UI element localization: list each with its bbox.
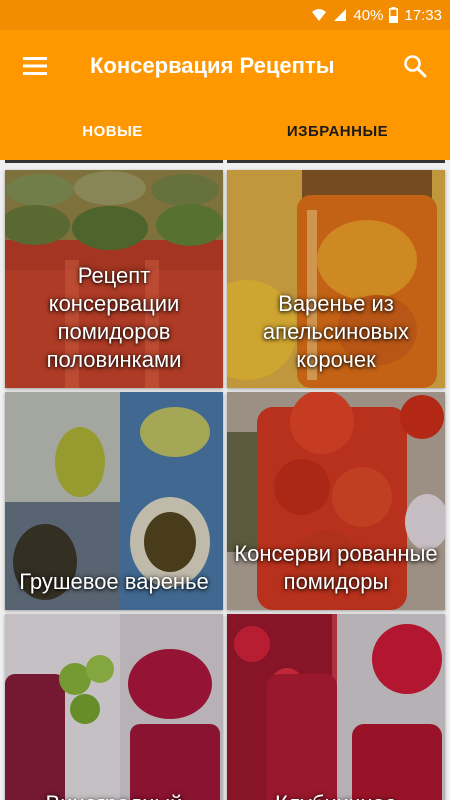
recipe-card[interactable]: Консерви рованные помидоры <box>227 392 445 610</box>
recipe-photo-strawberry-jam <box>227 614 445 800</box>
recipe-caption: Варенье из апельсиновых корочек <box>262 291 410 372</box>
battery-percent: 40% <box>353 6 384 24</box>
status-bar: 40% 17:33 <box>0 0 450 30</box>
recipe-caption: Грушевое варенье <box>19 569 209 594</box>
signal-icon <box>334 9 347 21</box>
recipe-grid: Рецепт консервации помидоров половинками… <box>0 160 450 800</box>
recipe-caption: Консерви рованные помидоры <box>234 541 438 594</box>
search-icon <box>404 55 427 78</box>
recipe-card[interactable]: Грушевое варенье <box>5 392 223 610</box>
recipe-card[interactable]: Клубничное <box>227 614 445 800</box>
recipe-card[interactable]: Рецепт консервации помидоров половинками <box>5 170 223 388</box>
search-button[interactable] <box>380 30 450 102</box>
recipe-card[interactable]: Виноградный <box>5 614 223 800</box>
wifi-icon <box>312 9 327 21</box>
recipe-photo-grape-jam <box>5 614 223 800</box>
hamburger-menu-icon <box>23 57 47 75</box>
app-title: Консервация Рецепты <box>90 53 335 78</box>
recipe-card[interactable]: Варенье из апельсиновых корочек <box>227 170 445 388</box>
menu-button[interactable] <box>0 30 70 102</box>
recipe-caption: Клубничное <box>227 790 445 800</box>
card-top-edge <box>5 160 223 163</box>
recipe-caption: Рецепт консервации помидоров половинками <box>46 263 182 372</box>
recipe-caption: Виноградный <box>5 790 223 800</box>
tab-bar: НОВЫЕ ИЗБРАННЫЕ <box>0 102 450 160</box>
status-time: 17:33 <box>404 6 442 24</box>
app-bar: Консервация Рецепты <box>0 30 450 102</box>
tab-favorites[interactable]: ИЗБРАННЫЕ <box>225 102 450 160</box>
battery-icon <box>389 7 399 23</box>
card-top-edge <box>227 160 445 163</box>
tab-new[interactable]: НОВЫЕ <box>0 102 225 160</box>
